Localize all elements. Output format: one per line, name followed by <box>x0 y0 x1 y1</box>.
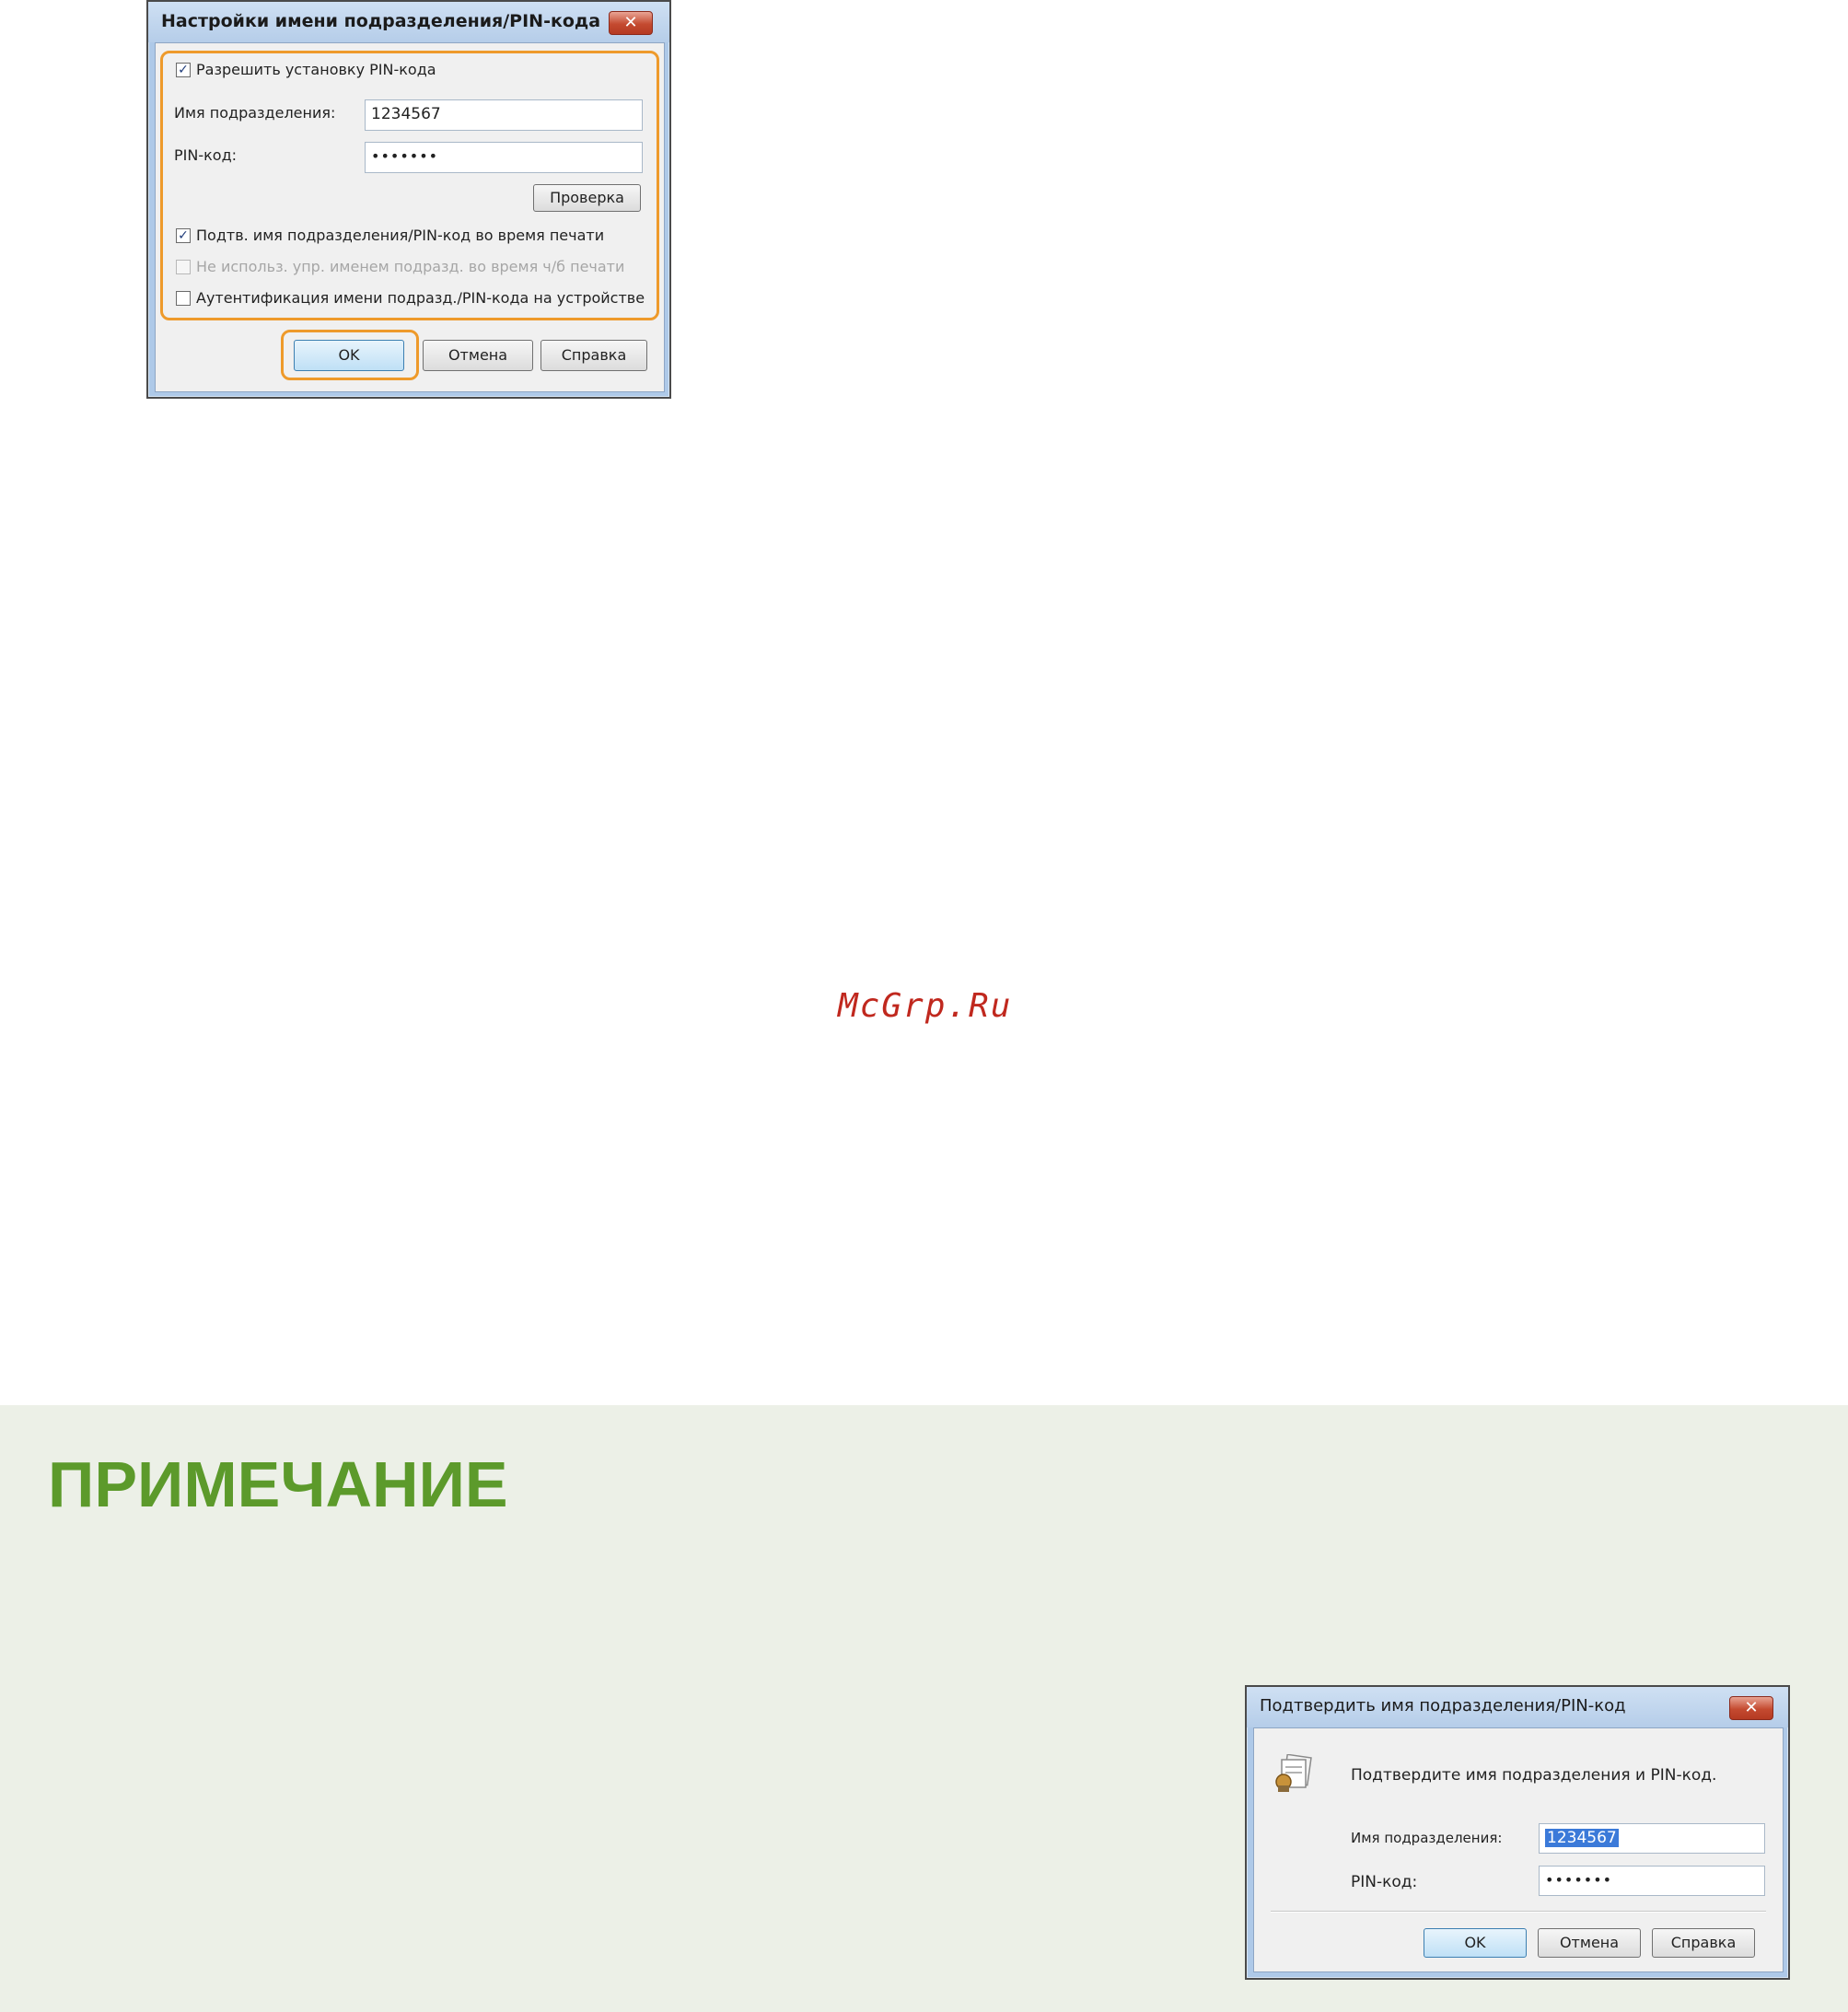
dialog-body: ✓ Разрешить установку PIN-кода Имя подра… <box>155 42 665 392</box>
dept-id-input[interactable]: 1234567 <box>1539 1823 1765 1854</box>
dept-id-label: Имя подразделения: <box>174 104 336 122</box>
checkmark-icon: ✓ <box>178 63 189 77</box>
ok-button[interactable]: OK <box>294 340 404 371</box>
note-title: ПРИМЕЧАНИЕ <box>48 1448 508 1520</box>
confirm-on-print-checkbox[interactable]: ✓ <box>176 228 191 243</box>
note-section: ПРИМЕЧАНИЕ Подтвердить имя подразделения… <box>0 1405 1848 2012</box>
pin-input[interactable]: ••••••• <box>1539 1866 1765 1896</box>
dialog-title: Настройки имени подразделения/PIN-кода <box>161 11 601 31</box>
help-button[interactable]: Справка <box>1652 1928 1755 1958</box>
pin-input[interactable]: ••••••• <box>365 142 643 173</box>
close-icon: ✕ <box>623 13 638 32</box>
allow-pin-checkbox[interactable]: ✓ <box>176 63 191 77</box>
dialog-title-bar: Подтвердить имя подразделения/PIN-код ✕ <box>1247 1687 1788 1727</box>
checkmark-icon: ✓ <box>178 228 189 243</box>
dept-id-input[interactable]: 1234567 <box>365 99 643 131</box>
cancel-button[interactable]: Отмена <box>1538 1928 1641 1958</box>
dept-pin-settings-dialog: Настройки имени подразделения/PIN-кода ✕… <box>146 0 671 399</box>
no-bw-management-checkbox <box>176 260 191 274</box>
device-auth-label: Аутентификация имени подразд./PIN-кода н… <box>196 289 645 307</box>
dialog-title-bar: Настройки имени подразделения/PIN-кода ✕ <box>148 2 669 42</box>
dialog-body: Подтвердите имя подразделения и PIN-код.… <box>1253 1727 1784 1972</box>
cancel-button[interactable]: Отмена <box>423 340 533 371</box>
close-icon: ✕ <box>1744 1698 1759 1717</box>
close-button[interactable]: ✕ <box>1729 1696 1773 1720</box>
verify-button[interactable]: Проверка <box>533 184 641 212</box>
dept-id-label: Имя подразделения: <box>1351 1830 1503 1846</box>
confirm-message: Подтвердите имя подразделения и PIN-код. <box>1351 1766 1717 1785</box>
confirm-dept-pin-dialog: Подтвердить имя подразделения/PIN-код ✕ … <box>1245 1685 1790 1980</box>
watermark-text: McGrp.Ru <box>838 987 1013 1025</box>
pin-label: PIN-код: <box>1351 1873 1418 1891</box>
dialog-title: Подтвердить имя подразделения/PIN-код <box>1260 1696 1626 1715</box>
no-bw-management-label: Не использ. упр. именем подразд. во врем… <box>196 258 625 275</box>
dept-id-selected-text: 1234567 <box>1545 1829 1619 1847</box>
pin-label: PIN-код: <box>174 146 238 164</box>
close-button[interactable]: ✕ <box>609 11 653 35</box>
button-separator <box>1271 1911 1766 1913</box>
help-button[interactable]: Справка <box>540 340 647 371</box>
allow-pin-label: Разрешить установку PIN-кода <box>196 61 436 78</box>
ok-button[interactable]: OK <box>1424 1928 1527 1958</box>
device-auth-checkbox[interactable] <box>176 291 191 306</box>
department-id-icon <box>1273 1753 1319 1793</box>
confirm-on-print-label: Подтв. имя подразделения/PIN-код во врем… <box>196 227 605 244</box>
